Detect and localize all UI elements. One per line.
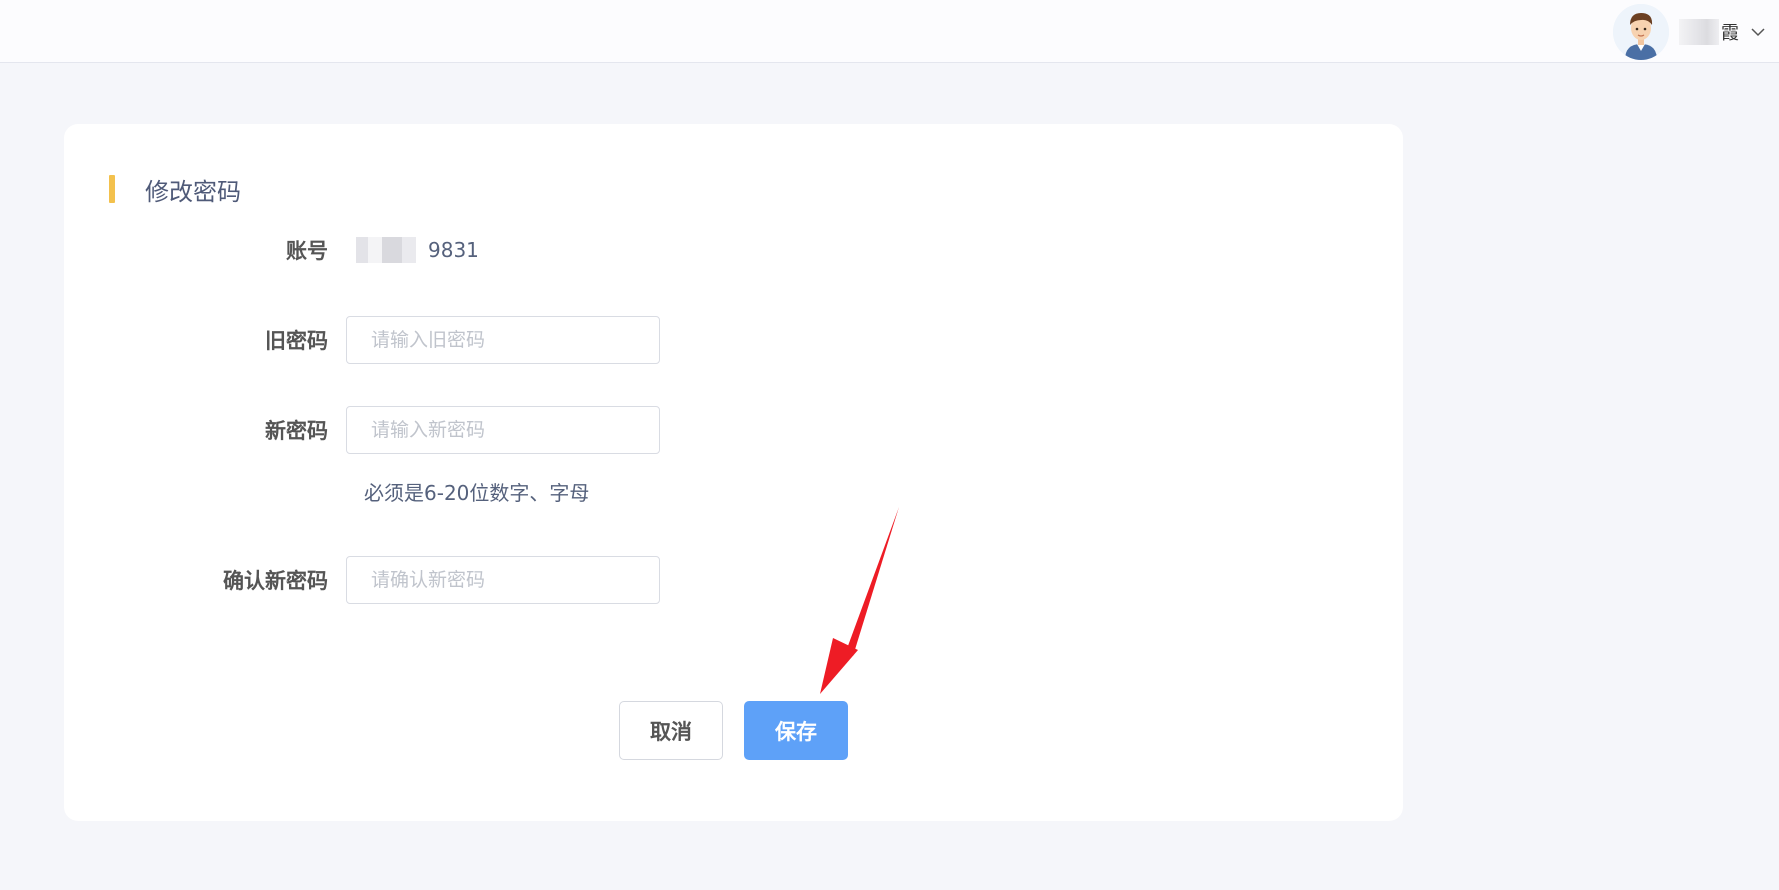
old-password-input[interactable] bbox=[346, 316, 660, 364]
top-header: 霞 bbox=[0, 0, 1779, 63]
user-avatar-icon[interactable] bbox=[1613, 4, 1669, 60]
account-value: 9831 bbox=[346, 237, 479, 263]
old-password-row: 旧密码 bbox=[64, 316, 660, 364]
account-label: 账号 bbox=[286, 239, 328, 263]
old-password-label: 旧密码 bbox=[265, 329, 328, 353]
change-password-card: 修改密码 账号 9831 旧密码 新密码 必须是6-20位数字、字母 确认新密码… bbox=[64, 124, 1403, 821]
save-button[interactable]: 保存 bbox=[744, 701, 848, 760]
redacted-account bbox=[346, 237, 426, 263]
account-row: 账号 9831 bbox=[64, 232, 479, 268]
confirm-password-row: 确认新密码 bbox=[64, 556, 660, 604]
account-value-text: 9831 bbox=[428, 238, 479, 262]
user-name-text: 霞 bbox=[1721, 23, 1739, 44]
redacted-name bbox=[1679, 19, 1719, 45]
new-password-row: 新密码 bbox=[64, 406, 660, 454]
title-accent-bar bbox=[109, 175, 115, 203]
confirm-password-label: 确认新密码 bbox=[223, 569, 328, 593]
page-title: 修改密码 bbox=[145, 177, 241, 206]
confirm-password-input[interactable] bbox=[346, 556, 660, 604]
password-hint: 必须是6-20位数字、字母 bbox=[364, 481, 590, 505]
user-name[interactable]: 霞 bbox=[1679, 19, 1739, 45]
user-menu[interactable]: 霞 bbox=[1613, 4, 1767, 60]
cancel-button[interactable]: 取消 bbox=[619, 701, 723, 760]
section-title: 修改密码 bbox=[109, 174, 241, 206]
new-password-input[interactable] bbox=[346, 406, 660, 454]
chevron-down-icon[interactable] bbox=[1749, 23, 1767, 41]
new-password-label: 新密码 bbox=[265, 419, 328, 443]
